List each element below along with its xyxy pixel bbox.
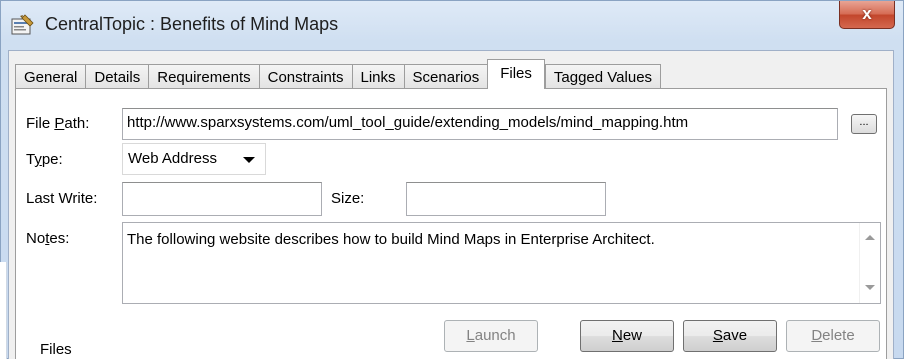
type-label: Type: (26, 151, 63, 168)
type-dropdown-value: Web Address (128, 150, 217, 167)
delete-button[interactable]: Delete (786, 320, 880, 352)
close-icon: x (862, 4, 872, 23)
scroll-up-icon[interactable] (865, 235, 875, 240)
properties-window-icon (11, 14, 34, 35)
tab-constraints[interactable]: Constraints (258, 64, 353, 89)
close-button[interactable]: x (839, 1, 895, 29)
notes-label: Notes: (26, 230, 70, 247)
new-button[interactable]: New (580, 320, 674, 352)
tab-tagged-values[interactable]: Tagged Values (544, 64, 662, 89)
save-button[interactable]: Save (683, 320, 777, 352)
tab-files[interactable]: Files (487, 59, 545, 89)
tab-details[interactable]: Details (85, 64, 150, 89)
launch-button[interactable]: Launch (444, 320, 538, 352)
last-write-label: Last Write: (26, 190, 98, 207)
browse-button[interactable]: ... (851, 114, 877, 134)
notes-scrollbar[interactable] (859, 223, 880, 303)
type-dropdown[interactable]: Web Address (122, 143, 266, 175)
tab-requirements[interactable]: Requirements (148, 64, 260, 89)
tab-scenarios[interactable]: Scenarios (403, 64, 489, 89)
window-title: CentralTopic : Benefits of Mind Maps (45, 14, 339, 34)
files-section-label: Files (40, 341, 72, 358)
size-field[interactable] (406, 182, 606, 216)
chevron-down-icon (243, 157, 255, 163)
file-path-label: File Path: (26, 115, 90, 132)
notes-textarea[interactable]: The following website describes how to b… (122, 222, 881, 304)
tab-strip: General Details Requirements Constraints… (15, 59, 662, 89)
scroll-down-icon[interactable] (865, 285, 875, 290)
size-label: Size: (331, 190, 365, 207)
window-edge (0, 262, 7, 359)
notes-text: The following website describes how to b… (127, 231, 655, 248)
file-path-field[interactable]: http://www.sparxsystems.com/uml_tool_gui… (122, 108, 838, 140)
title-bar[interactable]: CentralTopic : Benefits of Mind Maps x (1, 1, 903, 51)
tab-links[interactable]: Links (351, 64, 405, 89)
last-write-field[interactable] (122, 182, 322, 216)
tab-general[interactable]: General (15, 64, 87, 89)
